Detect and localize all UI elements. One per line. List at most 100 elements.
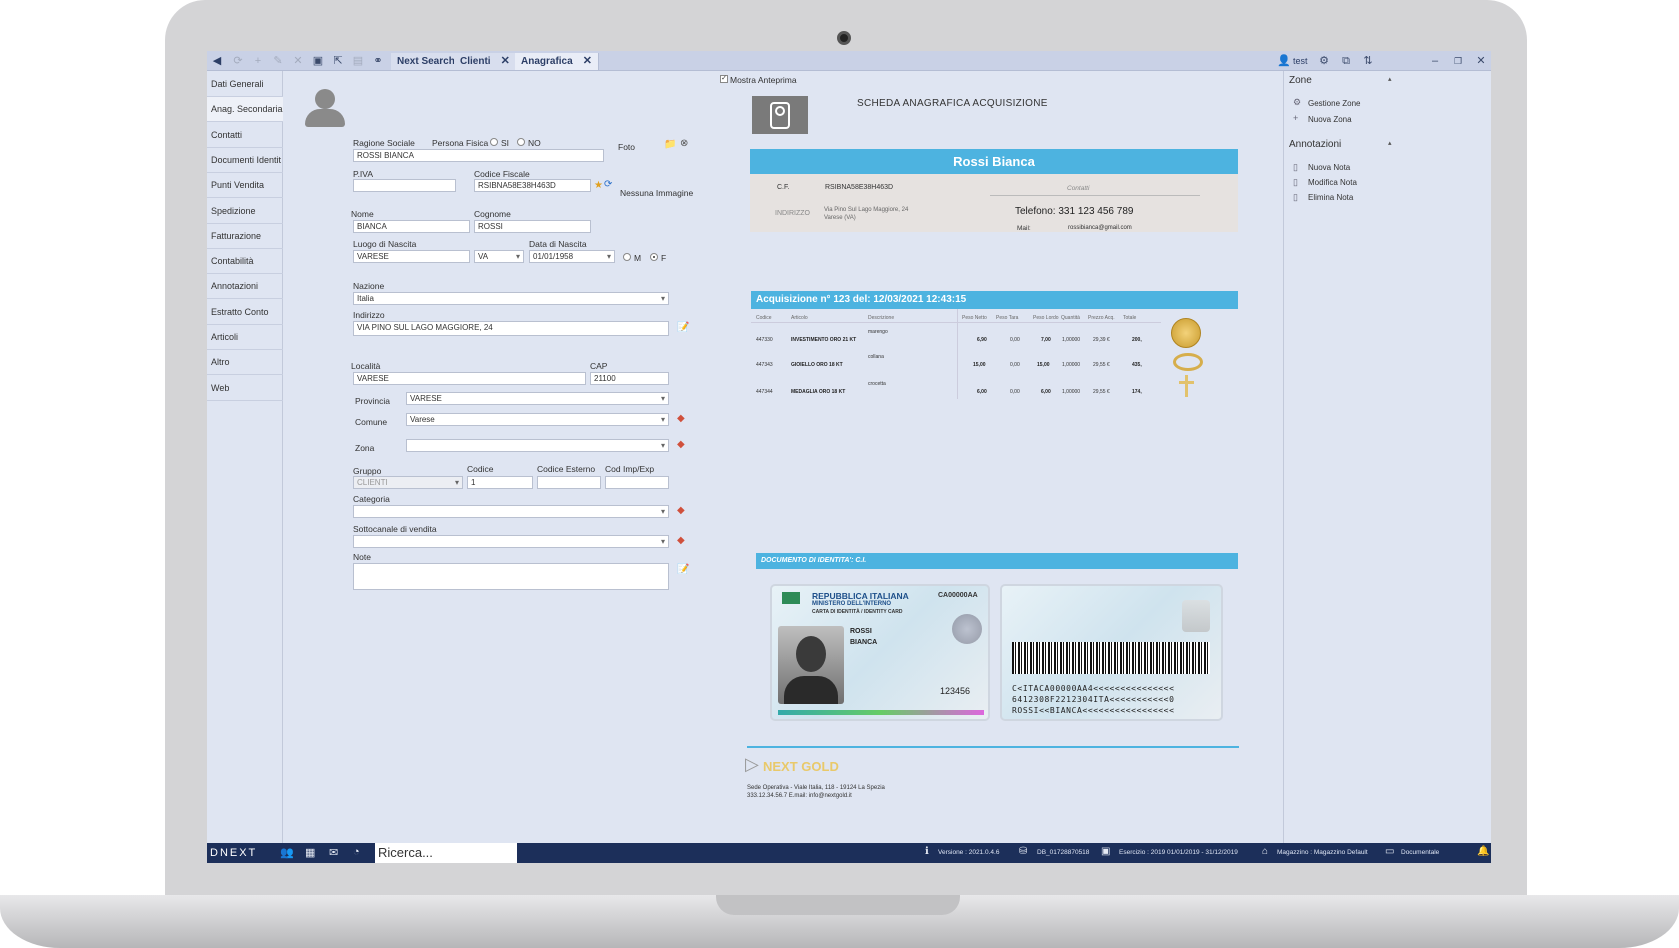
indirizzo-input[interactable]: VIA PINO SUL LAGO MAGGIORE, 24	[353, 321, 669, 336]
gruppo-select[interactable]: CLIENTI	[353, 476, 463, 489]
tab-anagrafica[interactable]: Anagrafica ✕	[515, 53, 599, 70]
users-icon[interactable]: 👥	[280, 846, 294, 859]
restore-icon[interactable]: ❐	[1451, 54, 1465, 68]
codice-esterno-input[interactable]	[537, 476, 601, 489]
clear-photo-icon[interactable]: ⊗	[680, 138, 688, 149]
sidebar-item-estratto-conto[interactable]: Estratto Conto	[207, 300, 283, 325]
sort-icon[interactable]: ⇅	[1361, 54, 1375, 68]
elimina-nota-link[interactable]: Elimina Nota	[1308, 193, 1353, 202]
radio-si[interactable]	[490, 138, 498, 146]
sidebar-item-contatti[interactable]: Contatti	[207, 123, 283, 148]
close-icon[interactable]: ✕	[501, 55, 510, 67]
table-row[interactable]: 447344 MEDAGLIA ORO 18 KT crocetta 6,00 …	[751, 381, 1161, 403]
sidebar-item-spedizione[interactable]: Spedizione	[207, 199, 283, 224]
cell: 29,55 €	[1093, 362, 1110, 368]
note-textarea[interactable]	[353, 563, 669, 590]
save-icon[interactable]: ▣	[311, 54, 325, 68]
codice-fiscale-input[interactable]: RSIBNA58E38H463D	[474, 179, 591, 192]
link-icon[interactable]: ⚭	[371, 54, 385, 68]
calc-icon[interactable]: ★	[594, 180, 603, 191]
data-nascita-input[interactable]: 01/01/1958	[529, 250, 615, 263]
flag-icon	[782, 592, 800, 604]
sidebar-item-fatturazione[interactable]: Fatturazione	[207, 224, 283, 249]
back-icon[interactable]: ◀	[210, 54, 224, 68]
person-card-icon	[752, 96, 808, 134]
codice-input[interactable]: 1	[467, 476, 533, 489]
label: Zona	[355, 443, 375, 453]
cod-imp-exp-input[interactable]	[605, 476, 669, 489]
cap-input[interactable]: 21100	[590, 372, 669, 385]
provincia-nascita-select[interactable]: VA	[474, 250, 524, 263]
print-icon[interactable]: ▤	[351, 54, 365, 68]
camera-icon[interactable]: 📁	[664, 139, 676, 150]
network-icon[interactable]: ⧉	[1339, 54, 1353, 68]
eraser-icon[interactable]: ◆	[677, 535, 685, 546]
tab-clienti[interactable]: Clienti ✕	[454, 53, 517, 70]
sidebar-item-contabilit[interactable]: Contabilità	[207, 249, 283, 275]
sidebar-item-articoli[interactable]: Articoli	[207, 325, 283, 350]
note-icon[interactable]: 📝	[677, 322, 689, 333]
bell-icon[interactable]: 🔔	[1477, 846, 1489, 857]
sidebar-item-dati-generali[interactable]: Dati Generali	[207, 72, 283, 97]
refresh-cf-icon[interactable]: ⟳	[604, 179, 612, 190]
zona-select[interactable]	[406, 439, 669, 452]
eraser-icon[interactable]: ◆	[677, 413, 685, 424]
tab-next-search[interactable]: Next Search	[391, 53, 462, 70]
card-nome: BIANCA	[850, 639, 878, 646]
nuova-nota-link[interactable]: Nuova Nota	[1308, 163, 1350, 172]
sidebar-item-web[interactable]: Web	[207, 376, 283, 401]
radio-no[interactable]	[517, 138, 525, 146]
cell: 6,00	[977, 389, 987, 395]
mail-icon[interactable]: ✉	[329, 846, 338, 859]
sidebar-item-altro[interactable]: Altro	[207, 350, 283, 376]
sottocanale-select[interactable]	[353, 535, 669, 548]
zones-icon: ⚙	[1293, 97, 1302, 107]
label: Nome	[351, 209, 374, 219]
nome-input[interactable]: BIANCA	[353, 220, 470, 233]
sidebar-item-punti-vendita[interactable]: Punti Vendita	[207, 173, 283, 199]
close-icon[interactable]: ✕	[583, 55, 592, 67]
close-window-icon[interactable]: ✕	[1474, 54, 1488, 68]
plus-icon: +	[1293, 113, 1299, 123]
documentale[interactable]: Documentale	[1401, 849, 1439, 856]
dashboard-icon[interactable]: ◔	[353, 846, 360, 858]
radio-m[interactable]	[623, 253, 631, 261]
eraser-icon[interactable]: ◆	[677, 505, 685, 516]
cell: 174,	[1132, 389, 1142, 395]
collapse-icon[interactable]: ▴	[1388, 75, 1392, 83]
categoria-select[interactable]	[353, 505, 669, 518]
ragione-sociale-input[interactable]: ROSSI BIANCA	[353, 149, 604, 162]
sidebar-item-documenti-identit[interactable]: Documenti Identit	[207, 148, 283, 173]
localita-input[interactable]: VARESE	[353, 372, 586, 385]
export-icon[interactable]: ⇱	[331, 54, 345, 68]
table-row[interactable]: 447330 INVESTIMENTO ORO 21 KT marengo 6,…	[751, 327, 1161, 353]
modifica-nota-link[interactable]: Modifica Nota	[1308, 178, 1357, 187]
refresh-icon[interactable]: ⟳	[231, 54, 245, 68]
card-numero: CA00000AA	[938, 592, 978, 599]
gear-icon[interactable]: ⚙	[1317, 54, 1331, 68]
divider	[751, 322, 1161, 323]
table-header: Articolo	[791, 315, 808, 321]
nazione-select[interactable]: Italia	[353, 292, 669, 305]
nuova-zona-link[interactable]: Nuova Zona	[1308, 115, 1352, 124]
eraser-icon[interactable]: ◆	[677, 439, 685, 450]
provincia-select[interactable]: VARESE	[406, 392, 669, 405]
search-input[interactable]: Ricerca...	[375, 843, 517, 863]
luogo-nascita-input[interactable]: VARESE	[353, 250, 470, 263]
sidebar-item-annotazioni[interactable]: Annotazioni	[207, 274, 283, 300]
sidebar-item-anag-secondaria[interactable]: Anag. Secondaria	[207, 97, 283, 123]
collapse-icon[interactable]: ▴	[1388, 139, 1392, 147]
mostra-anteprima-checkbox[interactable]: ✓	[720, 75, 728, 83]
note-icon[interactable]: 📝	[677, 564, 689, 575]
piva-input[interactable]	[353, 179, 456, 192]
gestione-zone-link[interactable]: Gestione Zone	[1308, 99, 1360, 108]
delete-icon[interactable]: ✕	[291, 54, 305, 68]
minimize-icon[interactable]: –	[1428, 54, 1442, 68]
edit-icon[interactable]: ✎	[271, 54, 285, 68]
add-icon[interactable]: +	[251, 54, 265, 68]
calendar-icon[interactable]: ▦	[305, 846, 315, 859]
table-row[interactable]: 447343 GIOIELLO ORO 18 KT collana 15,00 …	[751, 354, 1161, 380]
comune-select[interactable]: Varese	[406, 413, 669, 426]
cognome-input[interactable]: ROSSI	[474, 220, 591, 233]
radio-f[interactable]	[650, 253, 658, 261]
